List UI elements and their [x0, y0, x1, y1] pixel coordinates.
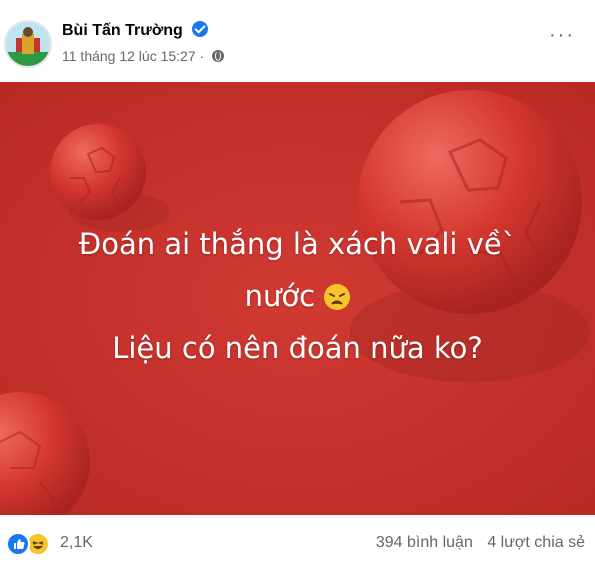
- avatar[interactable]: [4, 20, 52, 68]
- post-line-2: nước: [0, 270, 595, 322]
- reaction-count[interactable]: 2,1K: [60, 534, 93, 552]
- post-line-3: Liệu có nên đoán nữa ko?: [112, 331, 483, 365]
- timestamp[interactable]: 11 tháng 12 lúc 15:27: [62, 48, 196, 64]
- globe-icon: [212, 50, 225, 62]
- post-line-2-text: nước: [244, 279, 316, 313]
- weary-face-icon: [324, 284, 351, 310]
- post-text: Đoán ai thắng là xách vali về` nước Liệu…: [0, 218, 595, 374]
- post-header: Bùi Tấn Trường 11 tháng 12 lúc 15:27 · ·…: [0, 0, 595, 80]
- author-name[interactable]: Bùi Tấn Trường: [62, 21, 209, 40]
- post-line-1: Đoán ai thắng là xách vali về`: [78, 227, 517, 261]
- post-stats: 394 bình luận 4 lượt chia sẻ: [366, 534, 585, 552]
- more-options-button[interactable]: ···: [549, 24, 575, 47]
- post-footer: 2,1K 394 bình luận 4 lượt chia sẻ: [0, 515, 595, 565]
- post-image[interactable]: Đoán ai thắng là xách vali về` nước Liệu…: [0, 82, 595, 515]
- post-meta: 11 tháng 12 lúc 15:27 ·: [62, 48, 225, 64]
- shares-count[interactable]: 4 lượt chia sẻ: [487, 534, 585, 551]
- verified-badge-icon: [192, 21, 209, 37]
- comments-count[interactable]: 394 bình luận: [376, 534, 473, 551]
- author-name-text[interactable]: Bùi Tấn Trường: [62, 22, 183, 39]
- like-reaction-icon[interactable]: [6, 532, 30, 556]
